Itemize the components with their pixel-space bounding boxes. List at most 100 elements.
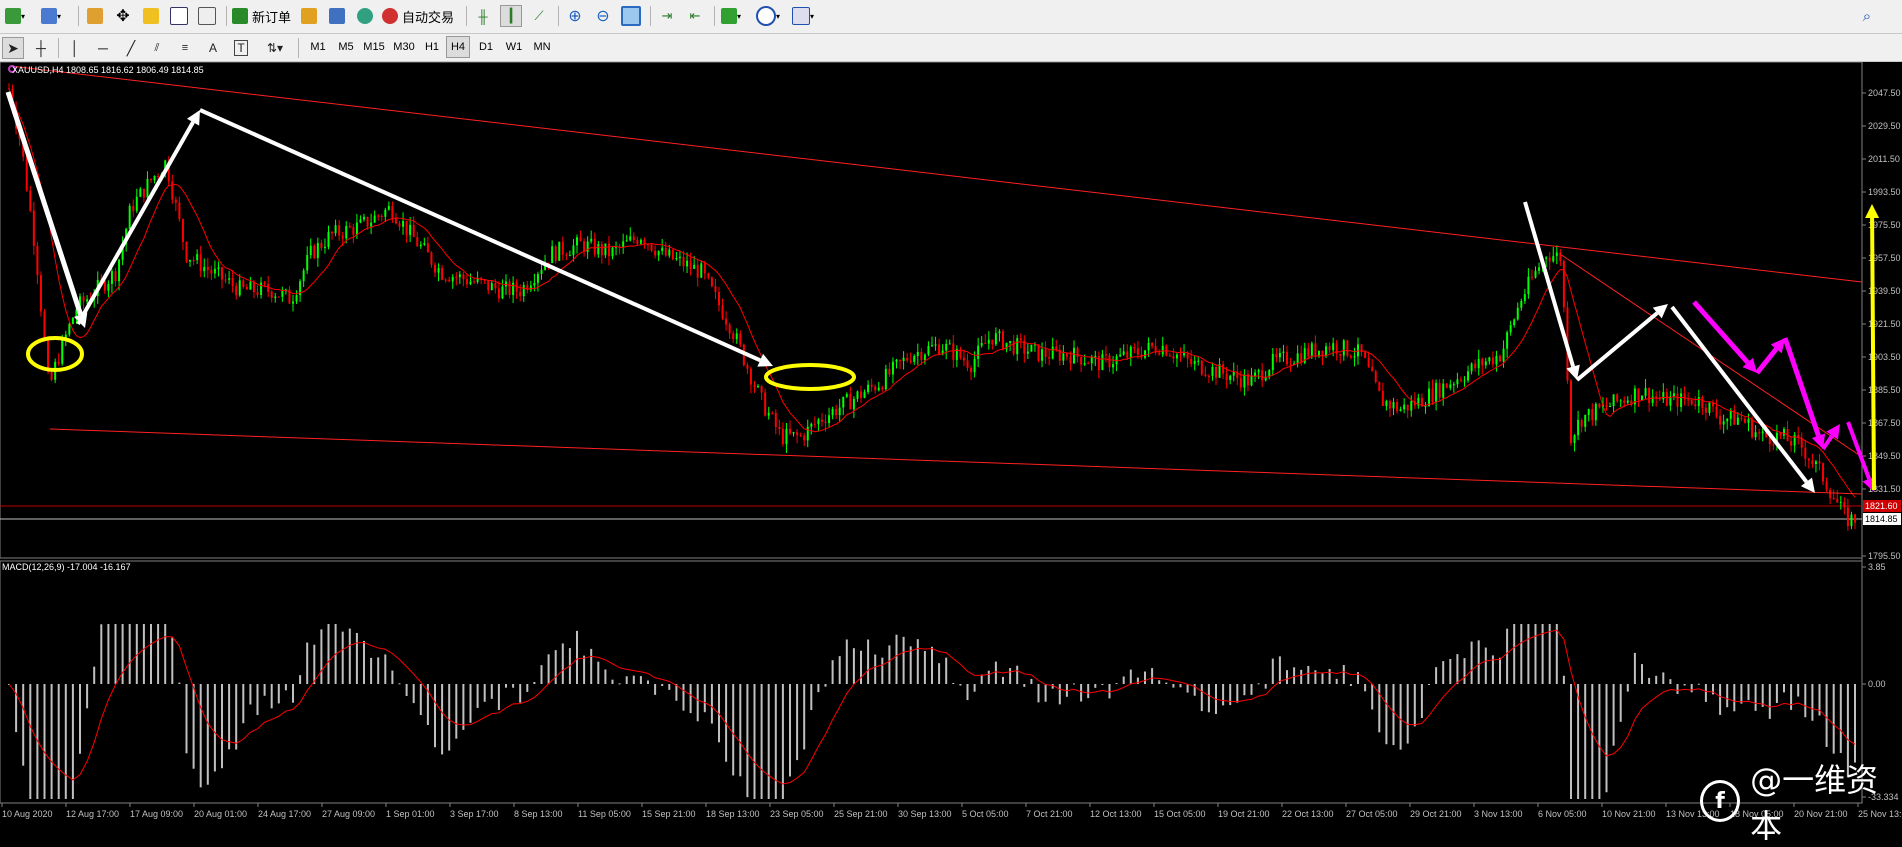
chart-canvas[interactable]: 2047.502029.502011.501993.501975.501957.…	[0, 62, 1902, 825]
candle-body	[281, 290, 284, 297]
macd-histogram-bar	[987, 670, 990, 684]
market-button[interactable]	[354, 5, 376, 27]
auto-scroll-button[interactable]: ⇤	[684, 5, 706, 27]
drawing-toolbar: ➤ ┼ │ ─ ╱ ⫽ ≡ A T ⇅▾ M1 M5 M15 M30 H1 H4 D1 W1 M…	[0, 34, 1902, 62]
terminal-button[interactable]	[168, 5, 190, 27]
candle-body	[906, 357, 909, 361]
templates-button[interactable]: ▾	[792, 5, 814, 27]
macd-histogram-bar	[327, 624, 330, 684]
tile-windows-button[interactable]	[620, 5, 642, 27]
timeframe-d1[interactable]: D1	[474, 36, 498, 58]
candle-body	[1186, 353, 1189, 359]
candle-body	[1069, 356, 1072, 364]
text-button[interactable]: A	[202, 37, 224, 59]
new-order-button[interactable]: 新订单	[232, 5, 291, 27]
candle-body	[806, 426, 809, 441]
zoom-out-button[interactable]: ⊖	[592, 5, 614, 27]
timeframe-m1[interactable]: M1	[306, 36, 330, 58]
horizontal-line-button[interactable]: ─	[92, 37, 114, 59]
market-watch-button[interactable]	[84, 5, 106, 27]
candle-body	[700, 263, 703, 278]
cursor-button[interactable]: ➤	[2, 37, 24, 59]
candle-body	[1229, 375, 1232, 380]
candle-body	[767, 412, 770, 416]
timeframe-m30[interactable]: M30	[390, 36, 418, 58]
fibonacci-button[interactable]: ≡	[174, 37, 196, 59]
timeframe-h4[interactable]: H4	[446, 36, 470, 58]
bar-chart-button[interactable]: ╫	[472, 5, 494, 27]
search-button[interactable]: ⌕	[1856, 5, 1878, 27]
trendline-button[interactable]: ╱	[120, 37, 142, 59]
candle-body	[753, 384, 756, 387]
macd-histogram-bar	[1825, 684, 1828, 747]
chart-window[interactable]: 2047.50 2029.50 2011.50 1993.50 1975.50 1957.…	[0, 62, 1902, 825]
macd-histogram-bar	[1257, 683, 1260, 685]
macd-histogram-bar	[1222, 684, 1225, 706]
navigator-button[interactable]	[140, 5, 162, 27]
crosshair-button[interactable]: ┼	[30, 37, 52, 59]
candle-body	[881, 387, 884, 390]
macd-histogram-bar	[1335, 678, 1338, 684]
candle-body	[867, 384, 870, 393]
candle-body	[831, 409, 834, 416]
macd-histogram-bar	[895, 634, 898, 684]
macd-info: MACD(12,26,9) -17.004 -16.167	[2, 562, 131, 572]
candle-body	[1722, 421, 1725, 425]
macd-histogram-bar	[1108, 684, 1111, 699]
candle-body	[1459, 379, 1462, 381]
candle-body	[366, 216, 369, 227]
data-window-button[interactable]: ✥	[112, 5, 134, 27]
macd-histogram-bar	[490, 684, 493, 699]
periods-button[interactable]: ▾	[756, 5, 780, 27]
line-chart-button[interactable]: ⟋	[528, 5, 550, 27]
timeframe-h1[interactable]: H1	[420, 36, 444, 58]
metaeditor-button[interactable]	[298, 5, 320, 27]
candle-body	[916, 351, 919, 357]
candlestick-chart-button[interactable]: ┃	[500, 5, 522, 27]
tester-button[interactable]	[196, 5, 218, 27]
macd-histogram-bar	[1442, 661, 1445, 684]
text-label-button[interactable]: T	[230, 37, 252, 59]
signals-button[interactable]	[326, 5, 348, 27]
auto-trading-icon	[382, 8, 398, 24]
macd-tick-label: 0.00	[1868, 679, 1886, 689]
candle-body	[895, 359, 898, 362]
macd-histogram-bar	[1619, 684, 1622, 722]
candle-body	[1097, 355, 1100, 371]
macd-histogram-bar	[405, 684, 408, 696]
candle-body	[157, 175, 160, 177]
macd-histogram-bar	[1499, 657, 1501, 684]
vertical-line-button[interactable]: │	[64, 37, 86, 59]
macd-histogram-bar	[483, 684, 486, 702]
timeframe-m5[interactable]: M5	[334, 36, 358, 58]
arrows-button[interactable]: ⇅▾	[258, 37, 292, 59]
candle-body	[842, 396, 845, 408]
candle-body	[1552, 256, 1555, 262]
candle-body	[1112, 364, 1115, 368]
time-tick-label: 1 Sep 01:00	[386, 809, 435, 819]
time-tick-label: 5 Oct 05:00	[962, 809, 1009, 819]
profiles-button[interactable]: ▾	[40, 5, 62, 27]
timeframe-mn[interactable]: MN	[530, 36, 554, 58]
macd-histogram-bar	[554, 650, 557, 684]
timeframe-m15[interactable]: M15	[360, 36, 388, 58]
macd-histogram-bar	[1662, 672, 1665, 684]
candle-body	[757, 386, 760, 388]
new-chart-button[interactable]: ▾	[4, 5, 26, 27]
candle-body	[228, 278, 231, 280]
new-chart-icon	[4, 8, 21, 24]
timeframe-w1[interactable]: W1	[502, 36, 526, 58]
candle-body	[1016, 338, 1019, 355]
candle-body	[1683, 393, 1686, 400]
candle-body	[1662, 392, 1665, 400]
channel-button[interactable]: ⫽	[146, 37, 168, 59]
indicators-button[interactable]: ▾	[720, 5, 742, 27]
zoom-in-button[interactable]: ⊕	[564, 5, 586, 27]
auto-trading-button[interactable]: 自动交易	[382, 5, 454, 27]
candle-body	[437, 268, 440, 273]
chart-shift-button[interactable]: ⇥	[656, 5, 678, 27]
macd-histogram-bar	[107, 624, 110, 684]
macd-histogram-bar	[1101, 684, 1104, 685]
candle-body	[1719, 416, 1722, 425]
time-tick-label: 3 Nov 13:00	[1474, 809, 1523, 819]
